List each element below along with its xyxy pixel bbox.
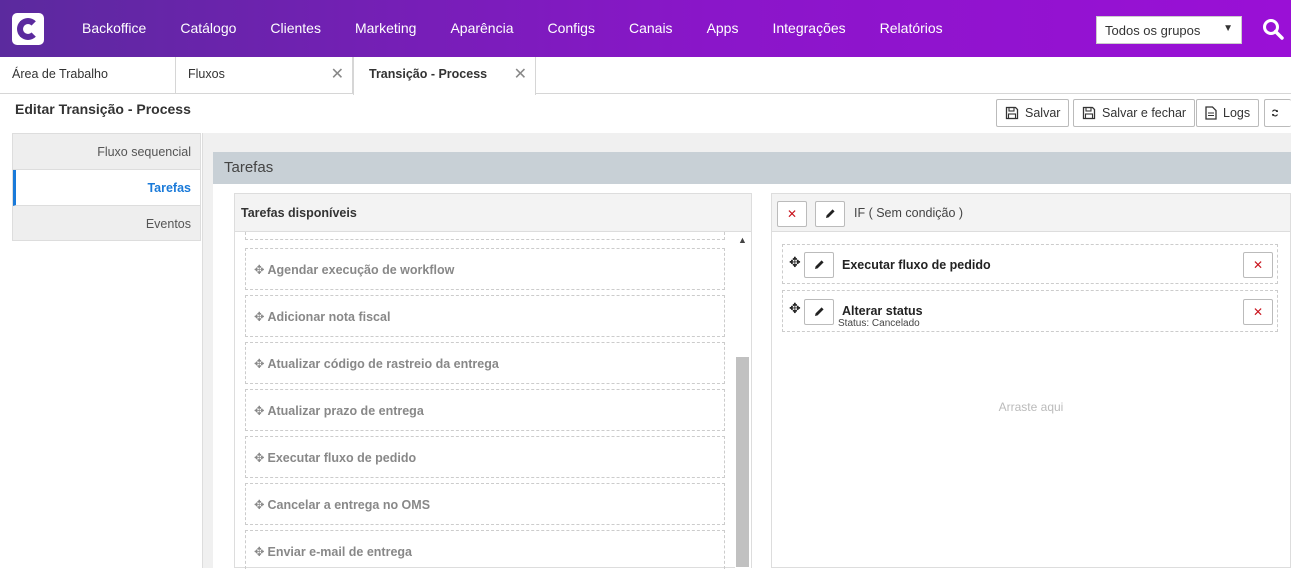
scrollbar-thumb[interactable] bbox=[736, 357, 749, 567]
move-icon[interactable]: ✥ bbox=[789, 254, 801, 271]
available-tasks-list: ✥ Agendar execução de workflow ✥ Adicionar… bbox=[245, 232, 725, 569]
floppy-disk-icon bbox=[1005, 106, 1019, 120]
nav-catalogo[interactable]: Catálogo bbox=[163, 0, 253, 57]
top-navbar: Backoffice Catálogo Clientes Marketing A… bbox=[0, 0, 1291, 57]
tab-area-de-trabalho[interactable]: Área de Trabalho bbox=[0, 57, 176, 94]
edit-condition-button[interactable] bbox=[815, 201, 845, 227]
side-item-fluxo-sequencial[interactable]: Fluxo sequencial bbox=[13, 134, 200, 170]
move-icon: ✥ bbox=[254, 404, 265, 418]
save-button[interactable]: Salvar bbox=[996, 99, 1070, 127]
section-title: Tarefas bbox=[224, 159, 274, 176]
search-icon bbox=[1263, 19, 1284, 40]
task-label: Atualizar código de rastreio da entrega bbox=[267, 357, 499, 371]
document-icon bbox=[1205, 106, 1217, 120]
condition-task-card[interactable]: ✥ Alterar status Status: Cancelado ✕ bbox=[782, 290, 1278, 332]
edit-task-button[interactable] bbox=[804, 252, 834, 278]
edit-task-button[interactable] bbox=[804, 299, 834, 325]
move-icon: ✥ bbox=[254, 357, 265, 371]
side-item-tarefas[interactable]: Tarefas bbox=[13, 170, 200, 206]
save-close-button[interactable]: Salvar e fechar bbox=[1073, 99, 1196, 127]
drop-zone-hint: Arraste aqui bbox=[998, 400, 1064, 414]
move-icon: ✥ bbox=[254, 263, 265, 277]
tab-transicao-process[interactable]: Transição - Process ✕ bbox=[353, 57, 536, 95]
task-label: Agendar execução de workflow bbox=[267, 263, 455, 277]
available-task-item[interactable]: ✥ Agendar execução de workflow bbox=[245, 248, 725, 290]
group-select[interactable]: Todos os grupos ▼ bbox=[1096, 16, 1242, 44]
save-close-button-label: Salvar e fechar bbox=[1102, 106, 1187, 120]
search-button[interactable] bbox=[1262, 18, 1284, 40]
task-label: Cancelar a entrega no OMS bbox=[267, 498, 431, 512]
logs-button[interactable]: Logs bbox=[1196, 99, 1260, 127]
refresh-button[interactable] bbox=[1264, 99, 1291, 127]
close-icon: ✕ bbox=[1252, 305, 1264, 319]
tab-fluxos[interactable]: Fluxos ✕ bbox=[176, 57, 353, 94]
task-title: Executar fluxo de pedido bbox=[842, 258, 991, 272]
nav-aparencia[interactable]: Aparência bbox=[433, 0, 530, 57]
available-tasks-title: Tarefas disponíveis bbox=[235, 194, 751, 232]
task-label: Adicionar nota fiscal bbox=[267, 310, 391, 324]
move-icon: ✥ bbox=[254, 545, 265, 559]
close-icon[interactable]: ✕ bbox=[331, 57, 344, 92]
available-task-item[interactable]: ✥ Cancelar a entrega no OMS bbox=[245, 483, 725, 525]
task-subtitle: Status: Cancelado bbox=[838, 318, 920, 329]
nav-relatorios[interactable]: Relatórios bbox=[863, 0, 960, 57]
condition-header: ✕ IF ( Sem condição ) bbox=[772, 194, 1290, 232]
nav-marketing[interactable]: Marketing bbox=[338, 0, 433, 57]
pencil-icon bbox=[815, 307, 824, 316]
tab-label: Área de Trabalho bbox=[12, 67, 108, 81]
nav-canais[interactable]: Canais bbox=[612, 0, 690, 57]
available-task-item[interactable]: ✥ Atualizar código de rastreio da entrega bbox=[245, 342, 725, 384]
move-icon: ✥ bbox=[254, 498, 265, 512]
available-task-item[interactable]: ✥ Atualizar prazo de entrega bbox=[245, 389, 725, 431]
caret-down-icon: ▼ bbox=[1223, 23, 1233, 34]
nav-apps[interactable]: Apps bbox=[690, 0, 756, 57]
nav-configs[interactable]: Configs bbox=[531, 0, 612, 57]
main-nav: Backoffice Catálogo Clientes Marketing A… bbox=[65, 0, 960, 57]
page-title: Editar Transição - Process bbox=[15, 101, 191, 117]
delete-task-button[interactable]: ✕ bbox=[1243, 299, 1273, 325]
move-icon: ✥ bbox=[254, 451, 265, 465]
logo-icon bbox=[17, 17, 39, 40]
group-select-value: Todos os grupos bbox=[1105, 22, 1201, 38]
task-label: Atualizar prazo de entrega bbox=[267, 404, 424, 418]
section-header: Tarefas bbox=[213, 152, 1291, 184]
list-item-partial bbox=[245, 232, 725, 240]
available-task-item[interactable]: ✥ Executar fluxo de pedido bbox=[245, 436, 725, 478]
available-task-item[interactable]: ✥ Adicionar nota fiscal bbox=[245, 295, 725, 337]
nav-integracoes[interactable]: Integrações bbox=[755, 0, 862, 57]
tab-label: Fluxos bbox=[188, 67, 225, 81]
nav-clientes[interactable]: Clientes bbox=[253, 0, 338, 57]
floppy-disk-icon bbox=[1082, 106, 1096, 120]
pencil-icon bbox=[826, 209, 835, 218]
scroll-up-icon[interactable]: ▲ bbox=[738, 235, 747, 245]
task-title: Alterar status bbox=[842, 304, 923, 318]
tab-bar: Área de Trabalho Fluxos ✕ Transição - Pr… bbox=[0, 57, 1291, 95]
task-label: Executar fluxo de pedido bbox=[267, 451, 417, 465]
scrollbar[interactable]: ▲ bbox=[735, 232, 751, 569]
move-icon: ✥ bbox=[254, 310, 265, 324]
tab-label: Transição - Process bbox=[369, 67, 488, 81]
condition-task-card[interactable]: ✥ Executar fluxo de pedido ✕ bbox=[782, 244, 1278, 284]
close-icon: ✕ bbox=[1252, 258, 1264, 272]
close-icon: ✕ bbox=[786, 207, 798, 221]
task-label: Enviar e-mail de entrega bbox=[267, 545, 412, 559]
pencil-icon bbox=[815, 260, 824, 269]
move-icon[interactable]: ✥ bbox=[789, 300, 801, 317]
available-tasks-panel: Tarefas disponíveis ✥ Agendar execução de… bbox=[234, 193, 752, 569]
app-logo[interactable] bbox=[12, 12, 44, 45]
close-icon[interactable]: ✕ bbox=[514, 57, 527, 92]
delete-task-button[interactable]: ✕ bbox=[1243, 252, 1273, 278]
side-menu: Fluxo sequencial Tarefas Eventos bbox=[12, 133, 201, 241]
delete-condition-button[interactable]: ✕ bbox=[777, 201, 807, 227]
condition-panel: ✕ IF ( Sem condição ) ✥ Executar fluxo d… bbox=[771, 193, 1291, 568]
nav-backoffice[interactable]: Backoffice bbox=[65, 0, 163, 57]
side-item-eventos[interactable]: Eventos bbox=[13, 206, 200, 242]
condition-label: IF ( Sem condição ) bbox=[854, 206, 964, 220]
logs-button-label: Logs bbox=[1223, 106, 1251, 120]
save-button-label: Salvar bbox=[1025, 106, 1061, 120]
refresh-icon bbox=[1271, 109, 1279, 117]
available-task-item[interactable]: ✥ Enviar e-mail de entrega bbox=[245, 530, 725, 569]
